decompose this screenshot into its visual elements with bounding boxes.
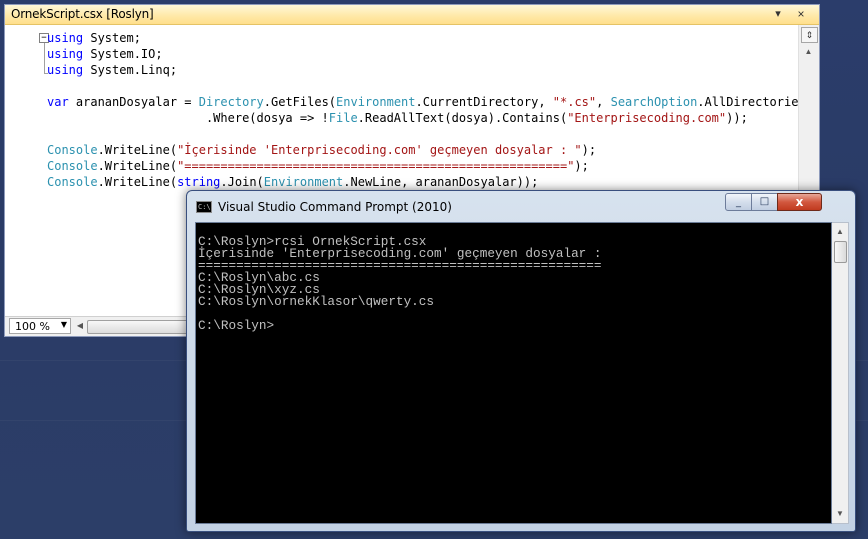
code-token: .ReadAllText(dosya).Contains(: [357, 111, 568, 125]
code-line: var arananDosyalar = Directory.GetFiles(…: [47, 94, 800, 110]
console-text: C:\Roslyn>rcsi OrnekScript.csx İçerisinde…: [198, 235, 602, 333]
code-token: Console: [47, 143, 98, 157]
code-token: "=======================================…: [177, 159, 575, 173]
console-line: C:\Roslyn>: [198, 318, 275, 333]
code-token: .WriteLine(: [97, 159, 178, 173]
code-token: SearchOption: [610, 95, 698, 109]
code-token: System.IO;: [83, 47, 163, 61]
code-token: "İçerisinde 'Enterprisecoding.com' geçme…: [177, 143, 582, 157]
console-app-icon[interactable]: C:\: [196, 201, 212, 213]
code-token: );: [574, 159, 589, 173]
code-token: .CurrentDirectory,: [415, 95, 553, 109]
scroll-up-icon[interactable]: ▲: [801, 45, 816, 59]
zoom-combobox[interactable]: 100 % ▼: [9, 318, 71, 334]
scroll-up-icon[interactable]: ▲: [832, 225, 848, 239]
cmd-window-title: Visual Studio Command Prompt (2010): [218, 200, 452, 214]
minimize-button[interactable]: _: [725, 193, 752, 211]
console-line: C:\Roslyn\ornekKlasor\qwerty.cs: [198, 294, 435, 309]
code-token: .Join(: [220, 175, 264, 189]
cmd-titlebar[interactable]: C:\ Visual Studio Command Prompt (2010) …: [187, 191, 855, 221]
code-line: using System;: [47, 30, 800, 46]
code-token: string: [177, 175, 221, 189]
code-token: ));: [726, 111, 748, 125]
outline-line: [44, 43, 45, 74]
horizontal-scroll-thumb[interactable]: [87, 320, 199, 334]
code-token: System;: [83, 31, 141, 45]
code-token: Directory: [198, 95, 264, 109]
code-token: Console: [47, 175, 98, 189]
code-token: .WriteLine(: [97, 175, 178, 189]
code-token: Environment: [263, 175, 344, 189]
code-line: Console.WriteLine("=====================…: [47, 158, 800, 174]
code-line: .Where(dosya => !File.ReadAllText(dosya)…: [47, 110, 800, 126]
scroll-down-icon[interactable]: ▼: [832, 507, 848, 521]
console-output-area[interactable]: C:\Roslyn>rcsi OrnekScript.csx İçerisinde…: [195, 222, 832, 524]
code-token: Environment: [336, 95, 416, 109]
scroll-left-icon[interactable]: ◀: [73, 319, 87, 333]
code-token: .AllDirectories): [697, 95, 800, 109]
code-token: .Where(dosya => !: [47, 111, 329, 125]
close-tab-icon[interactable]: ×: [793, 6, 809, 22]
code-token: ,: [596, 95, 611, 109]
command-prompt-window: C:\ Visual Studio Command Prompt (2010) …: [186, 190, 856, 532]
chevron-down-icon[interactable]: ▼: [61, 320, 67, 329]
code-token: System.Linq;: [83, 63, 178, 77]
code-token: using: [47, 31, 84, 45]
editor-tab-title[interactable]: OrnekScript.csx [Roslyn]: [11, 7, 154, 21]
code-token: .GetFiles(: [263, 95, 337, 109]
split-view-icon[interactable]: ⇕: [801, 27, 818, 43]
code-token: File: [328, 111, 358, 125]
zoom-value: 100 %: [15, 320, 50, 333]
code-token: "*.cs": [552, 95, 597, 109]
code-token: "Enterprisecoding.com": [567, 111, 727, 125]
close-button[interactable]: x: [777, 193, 822, 211]
code-token: using: [47, 47, 84, 61]
code-token: using: [47, 63, 84, 77]
editor-tab-header[interactable]: OrnekScript.csx [Roslyn] ▾ ×: [5, 5, 819, 25]
code-line: Console.WriteLine(string.Join(Environmen…: [47, 174, 800, 190]
code-text[interactable]: using System; using System.IO; using Syste…: [47, 30, 800, 190]
code-token: .WriteLine(: [97, 143, 178, 157]
cmd-vertical-scrollbar[interactable]: ▲ ▼: [832, 222, 849, 524]
scroll-thumb[interactable]: [834, 241, 847, 263]
code-token: .NewLine, arananDosyalar));: [343, 175, 539, 189]
code-token: Console: [47, 159, 98, 173]
code-token: );: [581, 143, 597, 157]
tab-dropdown-icon[interactable]: ▾: [770, 6, 786, 22]
outline-margin: −: [27, 25, 49, 319]
code-line: using System.IO;: [47, 46, 800, 62]
code-token: var: [47, 95, 69, 109]
code-line: Console.WriteLine("İçerisinde 'Enterpris…: [47, 142, 800, 158]
code-token: arananDosyalar =: [68, 95, 199, 109]
code-line: using System.Linq;: [47, 62, 800, 78]
maximize-button[interactable]: □: [751, 193, 778, 211]
